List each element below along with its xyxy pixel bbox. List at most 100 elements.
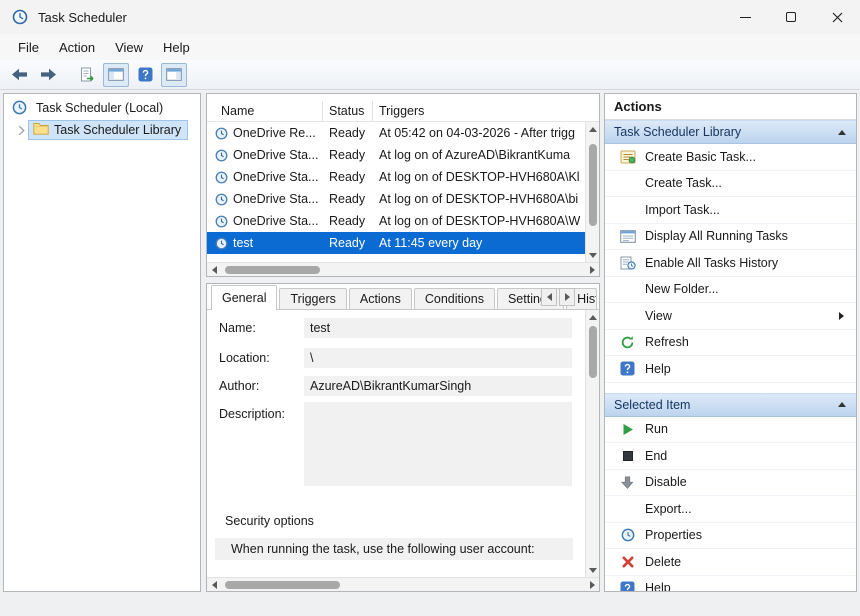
details-tab-bar: General Triggers Actions Conditions Sett… [207, 284, 599, 310]
scroll-up-button[interactable] [586, 122, 599, 136]
action-item-label: Create Task... [645, 176, 722, 191]
action-item-label: End [645, 448, 668, 463]
titlebar: Task Scheduler [0, 0, 860, 34]
toolbar [0, 60, 860, 90]
scroll-right-button[interactable] [585, 578, 599, 591]
scrollbar-thumb[interactable] [225, 581, 340, 589]
running-tasks-icon [619, 228, 636, 244]
folder-icon [33, 122, 49, 138]
security-options-heading: Security options [225, 514, 314, 528]
menu-bar: File Action View Help [0, 34, 860, 60]
action-item-label: Disable [645, 475, 687, 490]
task-list-horizontal-scrollbar[interactable] [207, 262, 599, 276]
disable-icon [619, 474, 636, 490]
console-tree-toggle-button[interactable] [103, 62, 129, 87]
scrollbar-thumb[interactable] [589, 326, 597, 378]
tab-scroll-right-button[interactable] [559, 288, 575, 306]
author-field-label: Author: [219, 379, 260, 393]
action-create-task[interactable]: Create Task... [605, 171, 856, 197]
action-run[interactable]: Run [605, 417, 856, 443]
action-new-folder[interactable]: New Folder... [605, 277, 856, 303]
menu-help[interactable]: Help [153, 37, 200, 58]
action-disable[interactable]: Disable [605, 470, 856, 496]
action-help[interactable]: Help [605, 356, 856, 383]
column-header-status[interactable]: Status [323, 101, 373, 121]
action-refresh[interactable]: Refresh [605, 330, 856, 356]
help-button[interactable] [132, 63, 158, 87]
scroll-right-button[interactable] [585, 263, 599, 276]
action-export[interactable]: Export... [605, 496, 856, 523]
task-clock-icon [215, 171, 229, 184]
scroll-left-button[interactable] [207, 263, 221, 276]
scroll-down-button[interactable] [586, 248, 599, 262]
action-properties[interactable]: Properties [605, 523, 856, 549]
task-clock-icon [215, 149, 229, 162]
forward-arrow-icon [40, 68, 56, 81]
tab-scroll-left-button[interactable] [541, 288, 557, 306]
scrollbar-thumb[interactable] [225, 266, 320, 274]
collapse-icon[interactable] [838, 402, 846, 407]
help-icon [138, 67, 152, 82]
action-view[interactable]: View [605, 303, 856, 330]
task-row-selected[interactable]: test Ready At 11:45 every day [207, 232, 585, 254]
task-status: Ready [329, 126, 366, 140]
task-row[interactable]: OneDrive Sta... Ready At log on of DESKT… [207, 210, 585, 232]
chevron-expand-icon[interactable] [18, 125, 25, 136]
minimize-button[interactable] [722, 0, 768, 34]
task-row[interactable]: OneDrive Sta... Ready At log on of DESKT… [207, 188, 585, 210]
task-scheduler-window: Task Scheduler File Action View Help Tas… [0, 0, 860, 616]
maximize-button[interactable] [768, 0, 814, 34]
description-field-label: Description: [219, 407, 285, 421]
general-tab-content: Name: test Location: \ Author: AzureAD\B… [207, 310, 599, 577]
tab-general[interactable]: General [211, 285, 278, 310]
section-header-selected-item[interactable]: Selected Item [605, 392, 856, 417]
menu-action[interactable]: Action [49, 37, 105, 58]
menu-view[interactable]: View [105, 37, 153, 58]
column-header-triggers[interactable]: Triggers [373, 101, 599, 121]
back-arrow-icon [11, 68, 27, 81]
scrollbar-thumb[interactable] [589, 144, 597, 226]
tab-actions[interactable]: Actions [348, 288, 412, 309]
task-clock-icon [215, 237, 229, 250]
app-clock-icon [12, 9, 28, 25]
minimize-icon [739, 16, 751, 18]
section-header-label: Task Scheduler Library [614, 125, 742, 139]
tree-item-task-scheduler-library[interactable]: Task Scheduler Library [28, 120, 189, 140]
scroll-left-button[interactable] [207, 578, 221, 591]
task-row[interactable]: OneDrive Re... Ready At 05:42 on 04-03-2… [207, 122, 585, 144]
action-end[interactable]: End [605, 443, 856, 470]
tree-item-task-scheduler-local[interactable]: Task Scheduler (Local) [4, 94, 200, 118]
tab-triggers[interactable]: Triggers [279, 288, 347, 309]
section-header-task-scheduler-library[interactable]: Task Scheduler Library [605, 120, 856, 144]
action-enable-all-tasks-history[interactable]: Enable All Tasks History [605, 250, 856, 277]
scroll-up-button[interactable] [586, 310, 599, 324]
details-vertical-scrollbar[interactable] [585, 310, 599, 577]
actions-pane-title: Actions [605, 94, 856, 120]
task-list-vertical-scrollbar[interactable] [585, 122, 599, 262]
action-create-basic-task[interactable]: Create Basic Task... [605, 144, 856, 171]
window-title: Task Scheduler [38, 9, 127, 25]
task-row[interactable]: OneDrive Sta... Ready At log on of DESKT… [207, 166, 585, 188]
action-delete[interactable]: Delete [605, 549, 856, 576]
collapse-icon[interactable] [838, 129, 846, 135]
task-status: Ready [329, 236, 366, 250]
forward-button[interactable] [35, 63, 61, 87]
action-import-task[interactable]: Import Task... [605, 197, 856, 224]
security-options-text: When running the task, use the following… [215, 538, 573, 560]
column-header-name[interactable]: Name [207, 101, 323, 121]
close-button[interactable] [814, 0, 860, 34]
task-row[interactable]: OneDrive Sta... Ready At log on of Azure… [207, 144, 585, 166]
task-rows: OneDrive Re... Ready At 05:42 on 04-03-2… [207, 122, 585, 254]
details-horizontal-scrollbar[interactable] [207, 577, 599, 591]
end-icon [619, 448, 636, 464]
tab-conditions[interactable]: Conditions [413, 288, 495, 309]
task-triggers: At log on of DESKTOP-HVH680A\bi [379, 192, 579, 206]
back-button[interactable] [6, 63, 32, 87]
menu-file[interactable]: File [8, 37, 49, 58]
action-item-label: New Folder... [645, 282, 719, 297]
export-list-button[interactable] [74, 63, 100, 87]
action-pane-toggle-button[interactable] [161, 62, 187, 87]
scroll-down-button[interactable] [586, 563, 599, 577]
action-help-selected[interactable]: Help [605, 576, 856, 591]
action-display-all-running-tasks[interactable]: Display All Running Tasks [605, 224, 856, 250]
